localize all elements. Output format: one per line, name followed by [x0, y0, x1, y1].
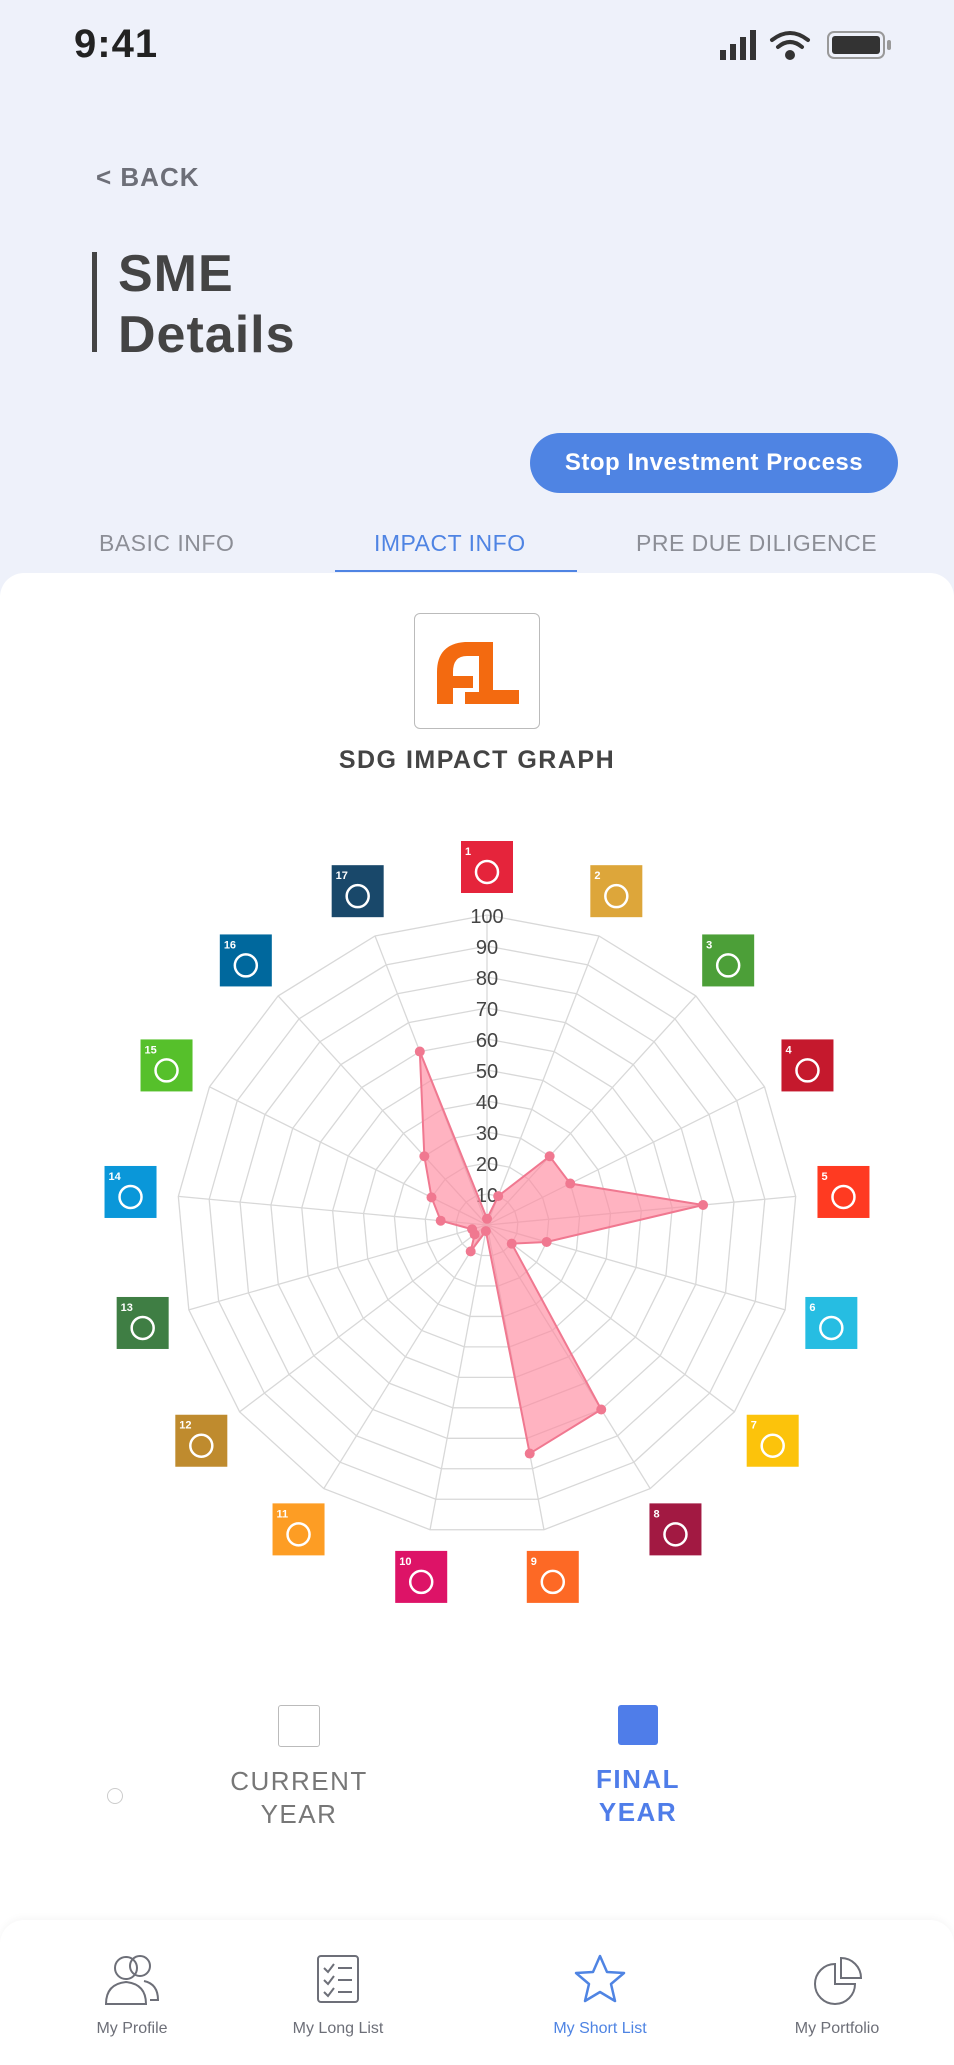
- sdg-goal-number: 9: [531, 1556, 537, 1568]
- tab-impact-info[interactable]: IMPACT INFO: [374, 530, 526, 557]
- nav-label-portfolio: My Portfolio: [794, 2020, 880, 2037]
- scale-label: 30: [476, 1123, 498, 1145]
- signal-icon: [720, 30, 756, 60]
- legend-current-year[interactable]: CURRENT YEAR: [199, 1705, 399, 1831]
- nav-my-portfolio[interactable]: My Portfolio: [747, 1920, 927, 2065]
- legend-label-final: FINAL YEAR: [595, 1764, 681, 1827]
- data-point: [544, 1151, 555, 1162]
- sdg-goal-icon: 14: [104, 1165, 157, 1218]
- info-dot: [107, 1788, 123, 1804]
- data-point: [698, 1199, 709, 1210]
- status-time: 9:41: [74, 22, 159, 66]
- status-icons: [720, 30, 891, 60]
- sdg-goal-icon: 12: [175, 1414, 228, 1467]
- data-point: [493, 1191, 504, 1202]
- tab-pre-due-diligence[interactable]: PRE DUE DILIGENCE: [636, 530, 877, 557]
- sdg-goal-icon: 16: [219, 934, 272, 987]
- data-point: [480, 1226, 491, 1237]
- radar-spoke: [239, 1224, 488, 1413]
- sdg-goal-icon: 2: [590, 865, 643, 918]
- sdg-goal-icon: 4: [781, 1039, 834, 1092]
- legend-label-current: CURRENT YEAR: [230, 1766, 368, 1829]
- sdg-goal-number: 7: [751, 1420, 757, 1432]
- scale-label: 70: [476, 999, 498, 1021]
- tab-bar: BASIC INFO IMPACT INFO PRE DUE DILIGENCE: [0, 530, 954, 574]
- sdg-goal-icon: 17: [331, 865, 384, 918]
- data-point: [596, 1404, 607, 1415]
- nav-my-short-list[interactable]: My Short List: [510, 1920, 690, 2065]
- nav-my-long-list[interactable]: My Long List: [248, 1920, 428, 2065]
- legend-swatch-final: [618, 1705, 658, 1745]
- scale-label: 40: [476, 1092, 498, 1114]
- graph-title: SDG IMPACT GRAPH: [338, 746, 616, 774]
- company-logo: [414, 613, 540, 729]
- sdg-goal-number: 6: [809, 1302, 815, 1314]
- sdg-goal-number: 12: [179, 1420, 191, 1432]
- title-accent-bar: [92, 252, 97, 352]
- sdg-goal-number: 17: [336, 870, 348, 882]
- tab-basic-info[interactable]: BASIC INFO: [99, 530, 234, 557]
- battery-icon: [827, 31, 891, 59]
- data-point: [465, 1246, 476, 1257]
- series-area: [418, 1051, 704, 1456]
- sdg-goal-icon: 11: [272, 1503, 325, 1556]
- scale-label: 50: [476, 1061, 498, 1083]
- back-button[interactable]: < BACK: [96, 162, 200, 193]
- nav-label-short-list: My Short List: [553, 2020, 647, 2037]
- data-point: [541, 1236, 552, 1247]
- sdg-goal-icon: 6: [805, 1296, 858, 1349]
- sdg-goal-number: 4: [785, 1044, 792, 1056]
- bottom-nav: My Profile My Long List My Short List My…: [0, 1920, 954, 2065]
- data-point: [524, 1448, 535, 1459]
- data-point: [419, 1151, 430, 1162]
- legend-final-year[interactable]: FINAL YEAR: [538, 1705, 738, 1829]
- sdg-goal-icon: 7: [746, 1414, 799, 1467]
- scale-label: 60: [476, 1030, 498, 1052]
- sdg-goal-number: 16: [224, 939, 236, 951]
- sdg-goal-number: 1: [465, 846, 471, 858]
- sdg-goal-icon: 15: [140, 1039, 193, 1092]
- nav-label-long-list: My Long List: [292, 2020, 384, 2037]
- sdg-goal-icon: 10: [395, 1550, 448, 1603]
- sdg-goal-icon: 3: [702, 934, 755, 987]
- sdg-goal-number: 10: [399, 1556, 411, 1568]
- sdg-goal-icon: 9: [526, 1550, 579, 1603]
- sdg-goal-number: 11: [277, 1508, 289, 1520]
- scale-label: 100: [470, 906, 503, 928]
- sdg-goal-icon: 5: [817, 1165, 870, 1218]
- data-point: [506, 1238, 517, 1249]
- sdg-goal-number: 3: [706, 939, 712, 951]
- active-tab-indicator: [335, 570, 577, 572]
- sdg-goal-number: 14: [109, 1171, 122, 1183]
- sdg-goal-icon: 13: [116, 1296, 169, 1349]
- stop-investment-button[interactable]: Stop Investment Process: [530, 433, 898, 493]
- sdg-goal-number: 2: [594, 870, 600, 882]
- pie-chart-icon: [814, 1956, 863, 2005]
- legend-swatch-current: [278, 1705, 320, 1747]
- list-icon: [317, 1955, 359, 2003]
- sdg-goal-icon: 8: [649, 1503, 702, 1556]
- sdg-goal-number: 8: [653, 1508, 659, 1520]
- data-point: [435, 1215, 446, 1226]
- data-point: [426, 1192, 437, 1203]
- star-icon: [574, 1954, 626, 2003]
- page-title: SME Details: [118, 245, 296, 364]
- sdg-goal-number: 5: [821, 1171, 827, 1183]
- data-point: [565, 1178, 576, 1189]
- nav-label-profile: My Profile: [96, 2020, 168, 2037]
- scale-label: 80: [476, 968, 498, 990]
- sdg-goal-icon: 1: [461, 841, 513, 893]
- wifi-icon: [770, 31, 810, 60]
- sdg-goal-number: 15: [145, 1044, 157, 1056]
- data-point: [482, 1213, 492, 1224]
- scale-label: 90: [476, 937, 498, 959]
- sdg-radar-chart: 102030405060708090100 123456789101112131…: [104, 841, 870, 1603]
- sdg-goal-number: 13: [121, 1302, 133, 1314]
- data-point: [467, 1224, 478, 1235]
- profile-icon: [104, 1955, 160, 2005]
- scale-label: 20: [476, 1154, 498, 1176]
- data-point: [414, 1046, 425, 1057]
- nav-my-profile[interactable]: My Profile: [42, 1920, 222, 2065]
